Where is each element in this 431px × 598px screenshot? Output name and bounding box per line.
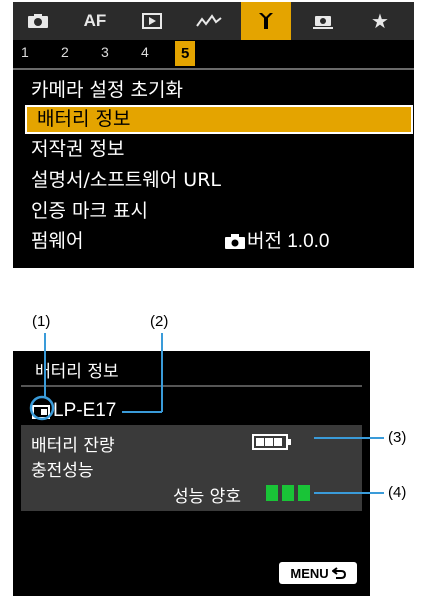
battery-status-panel: 배터리 잔량 충전성능 성능 양호 [21, 425, 362, 511]
battery-level-icon [252, 434, 291, 450]
callout-2: (2) [150, 313, 169, 330]
callout-3: (3) [388, 429, 407, 446]
tab-wireless[interactable] [184, 2, 234, 40]
tab-shooting[interactable] [13, 2, 63, 40]
battery-model-row: LP-E17 [32, 397, 116, 425]
menu-item-firmware[interactable]: 펌웨어 버전 1.0.0 [21, 227, 408, 256]
menu-item-label: 인증 마크 표시 [31, 200, 148, 222]
menu-item-cert-logo[interactable]: 인증 마크 표시 [21, 197, 408, 226]
return-arrow-icon [331, 567, 346, 579]
callout-1: (1) [32, 313, 51, 330]
performance-indicator [266, 485, 310, 501]
camera-battery-icon [32, 404, 50, 419]
menu-back-button[interactable]: MENU [279, 562, 357, 584]
menu-item-battery-info[interactable]: 배터리 정보 [25, 105, 413, 134]
menu-divider [13, 68, 414, 70]
menu-item-label: 설명서/소프트웨어 URL [31, 169, 221, 191]
page-1[interactable]: 1 [21, 44, 29, 60]
performance-status: 성능 양호 [173, 487, 241, 507]
custom-functions-icon [313, 16, 333, 29]
wireless-icon [196, 14, 222, 27]
tab-my-menu[interactable]: ★ [355, 2, 405, 40]
tab-custom-functions[interactable] [298, 2, 348, 40]
page-indicator: 1 2 3 4 5 [13, 40, 414, 68]
menu-button-label: MENU [290, 565, 329, 581]
firmware-version-text: 버전 1.0.0 [247, 231, 330, 252]
remaining-capacity-label: 배터리 잔량 [31, 436, 115, 456]
wrench-icon [259, 13, 273, 29]
menu-tab-bar: AF ★ [13, 2, 414, 40]
camera-menu-screen: AF ★ 1 2 3 4 5 카메라 설정 초기화 배터리 정보 저작권 정보 … [13, 2, 414, 268]
battery-model: LP-E17 [53, 400, 117, 421]
performance-bar [298, 485, 310, 501]
tab-af[interactable]: AF [70, 2, 120, 40]
star-icon: ★ [371, 9, 389, 33]
tab-af-label: AF [83, 11, 107, 30]
page-2[interactable]: 2 [61, 44, 69, 60]
page-4[interactable]: 4 [141, 44, 149, 60]
page-5[interactable]: 5 [175, 41, 196, 66]
tab-setup[interactable] [241, 2, 291, 40]
battery-info-screen: 배터리 정보 LP-E17 배터리 잔량 충전성능 성능 양호 MENU [13, 351, 370, 596]
title-divider [21, 385, 362, 387]
menu-item-label: 펌웨어 [31, 230, 84, 252]
performance-bar [282, 485, 294, 501]
screen-title: 배터리 정보 [35, 362, 119, 382]
camera-icon [28, 14, 48, 28]
recharge-performance-label: 충전성능 [31, 461, 94, 481]
camera-icon [225, 234, 245, 250]
playback-icon [142, 13, 162, 29]
firmware-version: 버전 1.0.0 [225, 227, 330, 256]
callout-4: (4) [388, 484, 407, 501]
performance-bar [266, 485, 278, 501]
menu-item-copyright[interactable]: 저작권 정보 [21, 135, 408, 164]
page-3[interactable]: 3 [101, 44, 109, 60]
menu-item-manual-url[interactable]: 설명서/소프트웨어 URL [21, 166, 408, 195]
tab-playback[interactable] [127, 2, 177, 40]
menu-item-label: 저작권 정보 [31, 138, 125, 160]
menu-item-clear-settings[interactable]: 카메라 설정 초기화 [21, 76, 408, 105]
menu-item-label: 배터리 정보 [37, 108, 131, 130]
menu-item-label: 카메라 설정 초기화 [31, 79, 183, 101]
